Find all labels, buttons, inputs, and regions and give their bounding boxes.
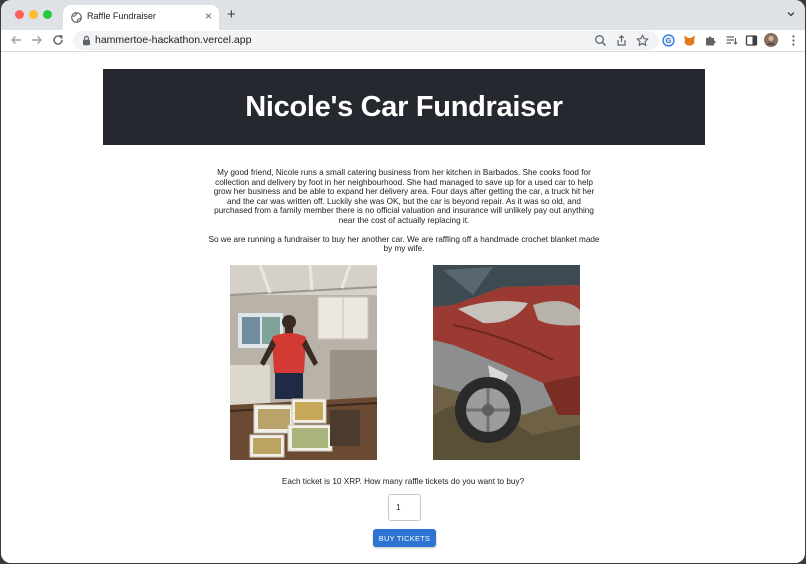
forward-arrow-icon[interactable] (30, 33, 44, 47)
address-bar[interactable]: hammertoe-hackathon.vercel.app (73, 31, 659, 50)
metamask-fox-icon[interactable] (683, 34, 696, 47)
browser-toolbar: hammertoe-hackathon.vercel.app G (1, 30, 805, 52)
story-paragraph: My good friend, Nicole runs a small cate… (213, 168, 595, 225)
globe-icon (71, 12, 82, 23)
ticket-quantity-input[interactable] (388, 494, 421, 521)
page-title: Nicole's Car Fundraiser (245, 90, 563, 123)
damaged-car-photo (433, 265, 580, 460)
share-icon[interactable] (615, 34, 628, 47)
reload-icon[interactable] (51, 33, 65, 47)
close-window-button[interactable] (15, 10, 24, 19)
reading-list-icon[interactable] (725, 34, 738, 47)
svg-text:G: G (666, 38, 672, 45)
url-text: hammertoe-hackathon.vercel.app (95, 34, 252, 46)
nicole-photo (230, 265, 377, 460)
zoom-window-button[interactable] (43, 10, 52, 19)
story-paragraph: So we are running a fundraiser to buy he… (208, 234, 600, 254)
tab-raffle-fundraiser[interactable]: Raffle Fundraiser × (63, 5, 219, 30)
zoom-icon[interactable] (594, 34, 607, 47)
chevron-down-icon[interactable] (786, 9, 796, 19)
fundraiser-story: My good friend, Nicole runs a small cate… (207, 168, 601, 254)
tab-strip: Raffle Fundraiser × + (1, 0, 805, 30)
lock-icon (83, 35, 90, 46)
title-banner: Nicole's Car Fundraiser (103, 69, 705, 145)
page-content: Nicole's Car Fundraiser My good friend, … (1, 52, 805, 563)
avatar[interactable] (764, 33, 778, 47)
new-tab-button[interactable]: + (227, 7, 236, 23)
browser-window: Raffle Fundraiser × + hammertoe-hackatho… (1, 0, 805, 563)
extension-g-icon[interactable]: G (662, 34, 675, 47)
puzzle-piece-icon[interactable] (704, 34, 717, 47)
tab-title: Raffle Fundraiser (87, 11, 156, 21)
side-panel-icon[interactable] (745, 34, 758, 47)
bookmark-star-icon[interactable] (636, 34, 649, 47)
kebab-menu-icon[interactable] (787, 34, 800, 47)
ticket-question: Each ticket is 10 XRP. How many raffle t… (281, 477, 525, 486)
minimize-window-button[interactable] (29, 10, 38, 19)
back-arrow-icon[interactable] (9, 33, 23, 47)
close-tab-icon[interactable]: × (205, 9, 212, 23)
buy-tickets-button[interactable]: BUY TICKETS (373, 529, 436, 547)
